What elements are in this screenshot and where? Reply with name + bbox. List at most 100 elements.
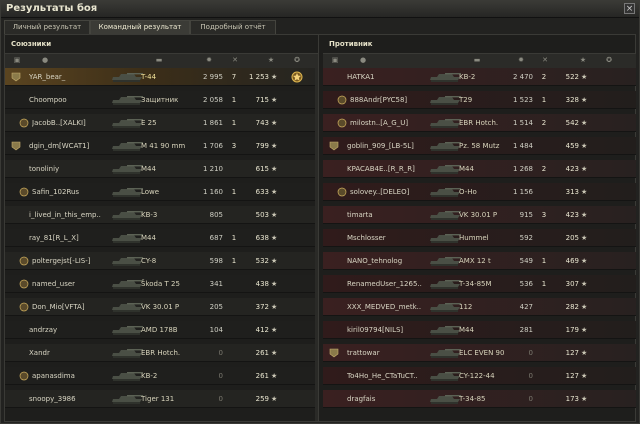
frags-icon[interactable]: ✕ (541, 56, 549, 64)
allies-header: ▣ ● ▬ ✹ ✕ ★ ✪ (5, 53, 318, 69)
xp-value: 615 (255, 165, 269, 173)
tank-icon (427, 347, 463, 359)
player-row[interactable]: RenamedUser_1265.. T-34-85M 536 1 307 ★ (323, 275, 636, 293)
player-row[interactable]: solovey..[DELEO] O-Ho 1 156 313 ★ (323, 183, 636, 201)
tank-icon (109, 117, 145, 129)
frags-value (539, 344, 549, 362)
xp-icon[interactable]: ★ (579, 56, 587, 64)
tab-personal[interactable]: Личный результат (4, 20, 90, 34)
player-row[interactable]: HATKA1 KB-2 2 470 2 522 ★ (323, 68, 636, 86)
xp-value: 715 (255, 96, 269, 104)
player-row[interactable]: tonoliniy M44 1 210 615 ★ (5, 160, 318, 178)
medal-icon[interactable]: ✪ (605, 56, 613, 64)
frags-value (229, 390, 239, 408)
tab-team[interactable]: Командный результат (90, 20, 190, 34)
player-row[interactable]: ray_81[R_L_X] M44 687 1 638 ★ (5, 229, 318, 247)
frags-icon[interactable]: ✕ (231, 56, 239, 64)
player-row[interactable]: milostn..[A_G_U] EBR Hotch. 1 514 2 542 ★ (323, 114, 636, 132)
damage-value: 1 156 (512, 188, 533, 196)
player-row[interactable]: Safin_102Rus Lowe 1 160 1 633 ★ (5, 183, 318, 201)
player-row[interactable]: Don_Mio[VFTA] VK 30.01 P 205 372 ★ (5, 298, 318, 316)
tank-icon (427, 301, 463, 313)
player-row[interactable]: goblin_909_[LB-5L] Pz. 58 Mutz 1 484 459 ★ (323, 137, 636, 155)
xp-icon: ★ (581, 349, 588, 357)
xp-icon: ★ (581, 73, 588, 81)
xp-icon: ★ (581, 280, 588, 288)
tank-name: KB-3 (141, 211, 158, 219)
frags-value (229, 321, 239, 339)
player-icon[interactable]: ● (41, 56, 49, 64)
tank-icon[interactable]: ▬ (155, 56, 163, 64)
player-row[interactable]: Mschlosser Hummel 592 205 ★ (323, 229, 636, 247)
xp-icon: ★ (271, 142, 278, 150)
clan-emblem-icon (337, 187, 347, 197)
xp-icon: ★ (271, 211, 278, 219)
damage-value: 598 (209, 257, 223, 265)
damage-icon[interactable]: ✹ (517, 56, 525, 64)
player-row[interactable]: snoopy_3986 Tiger 131 0 259 ★ (5, 390, 318, 408)
window-title: Результаты боя (6, 3, 98, 14)
xp-value: 532 (255, 257, 269, 265)
player-row[interactable]: YAR_bear_ T-44 2 995 7 1 253 ★ (5, 68, 318, 86)
platoon-icon (11, 141, 21, 151)
xp-icon: ★ (581, 234, 588, 242)
tab-detailed[interactable]: Подробный отчёт (190, 20, 276, 34)
player-icon[interactable]: ● (359, 56, 367, 64)
enemies-panel: Противник ▣ ● ▬ ✹ ✕ ★ ✪ HATKA1 KB-2 2 470 2… (323, 35, 636, 421)
xp-icon: ★ (581, 372, 588, 380)
medal-icon[interactable] (291, 71, 303, 83)
damage-value: 915 (519, 211, 533, 219)
damage-value: 1 160 (202, 188, 223, 196)
platoon-icon[interactable]: ▣ (331, 56, 339, 64)
xp-value: 503 (255, 211, 269, 219)
player-row[interactable]: named_user Škoda T 25 341 438 ★ (5, 275, 318, 293)
frags-value: 1 (231, 96, 237, 104)
tank-icon[interactable]: ▬ (473, 56, 481, 64)
player-row[interactable]: poltergejst[-LIS-] CY-8 598 1 532 ★ (5, 252, 318, 270)
damage-value: 1 523 (512, 96, 533, 104)
close-icon[interactable]: × (624, 3, 635, 14)
player-row[interactable]: Xandr EBR Hotch. 0 261 ★ (5, 344, 318, 362)
player-row[interactable]: i_lived_in_this_emp.. KB-3 805 503 ★ (5, 206, 318, 224)
tank-name: AMD 178B (141, 326, 178, 334)
clan-emblem-icon (337, 118, 347, 128)
player-row[interactable]: To4Ho_He_CTaTuCT.. CY-122-44 0 127 ★ (323, 367, 636, 385)
xp-icon: ★ (271, 280, 278, 288)
player-row[interactable]: trattowar ELC EVEN 90 0 127 ★ (323, 344, 636, 362)
player-row[interactable]: kiril09794[NILS] M44 281 179 ★ (323, 321, 636, 339)
player-row[interactable]: JacobB..[XALKI] E 25 1 861 1 743 ★ (5, 114, 318, 132)
medal-icon[interactable]: ✪ (293, 56, 301, 64)
tank-name: EBR Hotch. (141, 349, 181, 357)
player-row[interactable]: 888Andr[PYC58] T29 1 523 1 328 ★ (323, 91, 636, 109)
player-row[interactable]: dragfais T-34-85 0 173 ★ (323, 390, 636, 408)
xp-value: 173 (565, 395, 579, 403)
damage-icon[interactable]: ✹ (205, 56, 213, 64)
tank-icon (427, 140, 463, 152)
tank-icon (427, 232, 463, 244)
tank-name: Защитник (141, 96, 179, 104)
damage-value: 1 514 (512, 119, 533, 127)
player-row[interactable]: NANO_tehnolog AMX 12 t 549 1 469 ★ (323, 252, 636, 270)
xp-value: 127 (565, 372, 579, 380)
damage-value: 2 995 (202, 73, 223, 81)
xp-icon[interactable]: ★ (267, 56, 275, 64)
platoon-icon[interactable]: ▣ (13, 56, 21, 64)
player-row[interactable]: Choompoo Защитник 2 058 1 715 ★ (5, 91, 318, 109)
player-row[interactable]: dgin_dm[WCAT1] M 41 90 mm 1 706 3 799 ★ (5, 137, 318, 155)
player-row[interactable]: KPACAB4E..[R_R_R] M44 1 268 2 423 ★ (323, 160, 636, 178)
frags-value (539, 390, 549, 408)
tank-name: KB-2 (141, 372, 158, 380)
player-row[interactable]: timarta VK 30.01 P 915 3 423 ★ (323, 206, 636, 224)
xp-value: 459 (565, 142, 579, 150)
frags-value (229, 206, 239, 224)
player-row[interactable]: XXX_MEDVED_metk.. 112 427 282 ★ (323, 298, 636, 316)
tank-name: M44 (141, 165, 156, 173)
allies-scrollbar[interactable] (315, 68, 318, 421)
player-row[interactable]: andrzay AMD 178B 104 412 ★ (5, 321, 318, 339)
xp-value: 412 (255, 326, 269, 334)
frags-value (229, 298, 239, 316)
xp-icon: ★ (271, 96, 278, 104)
xp-icon: ★ (581, 395, 588, 403)
player-row[interactable]: apanasdima KB-2 0 261 ★ (5, 367, 318, 385)
allies-panel: Союзники ▣ ● ▬ ✹ ✕ ★ ✪ YAR_bear_ T-44 2 99… (5, 35, 319, 421)
